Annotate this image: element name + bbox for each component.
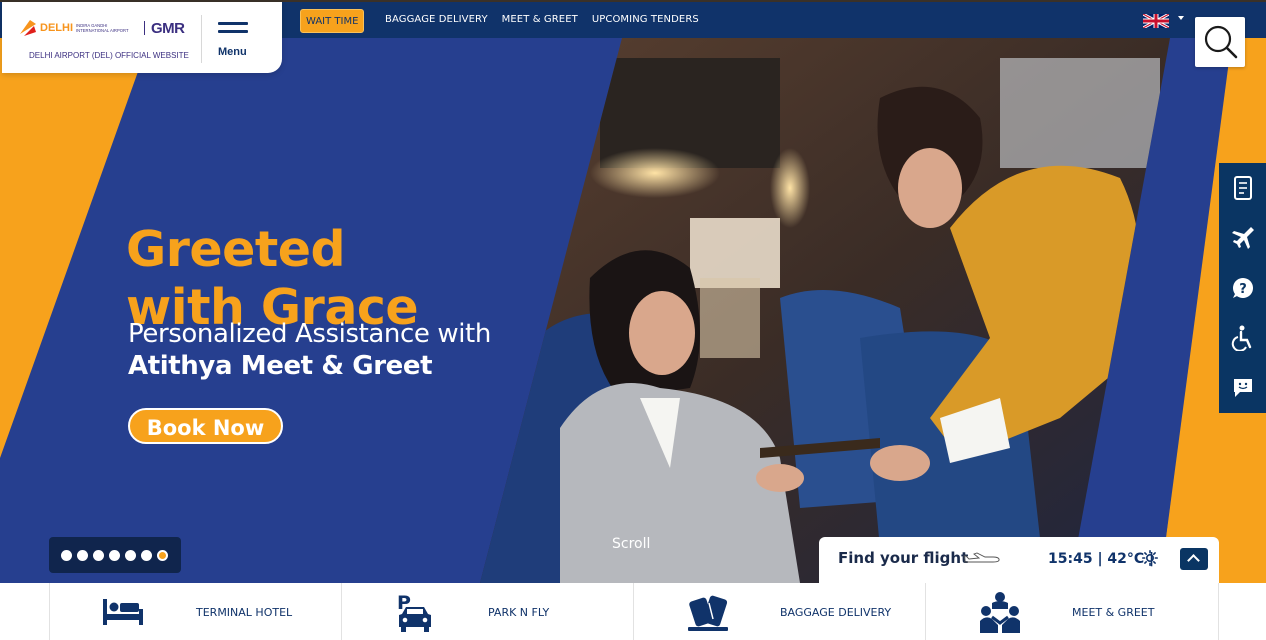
- nav-link-meet-greet[interactable]: MEET & GREET: [502, 14, 578, 25]
- menu-label[interactable]: Menu: [218, 46, 247, 58]
- people-meet-icon: [980, 592, 1020, 633]
- hero-headline-line1: Greeted: [126, 221, 346, 278]
- uk-flag-icon[interactable]: [1143, 14, 1169, 28]
- slide-dot[interactable]: [93, 549, 104, 561]
- nav-link-upcoming-tenders[interactable]: UPCOMING TENDERS: [592, 14, 699, 25]
- slide-dot[interactable]: [141, 549, 152, 561]
- service-label[interactable]: TERMINAL HOTEL: [196, 606, 292, 619]
- hero-subline-bold: Atithya Meet & Greet: [128, 351, 433, 381]
- service-label[interactable]: MEET & GREET: [1072, 606, 1154, 619]
- plane-outline-icon: [963, 552, 1000, 563]
- service-label[interactable]: BAGGAGE DELIVERY: [780, 606, 891, 619]
- hero-subline: Personalized Assistance with: [128, 319, 491, 349]
- rail-boarding-pass[interactable]: [1219, 163, 1266, 213]
- find-flight-widget[interactable]: Find your flight 15:45 | 42°C |: [819, 537, 1219, 583]
- slide-dot[interactable]: [77, 549, 88, 561]
- top-nav: BAGGAGE DELIVERY MEET & GREET UPCOMING T…: [385, 14, 699, 25]
- svg-text:?: ?: [1239, 282, 1247, 297]
- logo-subtitle: DELHI AIRPORT (DEL) OFFICIAL WEBSITE: [29, 51, 189, 60]
- site-logo[interactable]: DELHI INDIRA GANDHI INTERNATIONAL AIRPOR…: [18, 18, 185, 38]
- logo-divider: [144, 21, 145, 35]
- nav-link-baggage-delivery[interactable]: BAGGAGE DELIVERY: [385, 14, 488, 25]
- logo-city: DELHI: [40, 22, 73, 34]
- service-meet-greet[interactable]: MEET & GREET: [925, 583, 1219, 640]
- airplane-icon: [1231, 227, 1254, 249]
- services-bar: TERMINAL HOTEL P PARK N FLY BAGGAGE DELI…: [0, 583, 1266, 640]
- slide-dot[interactable]: [109, 549, 120, 561]
- hero-banner: Greeted with Grace Personalized Assistan…: [0, 38, 1266, 583]
- help-icon: ?: [1232, 278, 1253, 298]
- service-label[interactable]: PARK N FLY: [488, 606, 549, 619]
- time-weather-readout: 15:45 | 42°C |: [1048, 551, 1155, 567]
- slide-dot-active[interactable]: [157, 549, 168, 561]
- slide-dot[interactable]: [61, 549, 72, 561]
- chat-icon: [1233, 379, 1252, 397]
- accessibility-icon: [1231, 325, 1251, 351]
- menu-divider: [201, 15, 202, 63]
- search-icon: [1204, 25, 1238, 59]
- hamburger-icon-bar: [218, 30, 248, 33]
- chevron-up-icon[interactable]: [1180, 548, 1208, 570]
- bed-icon: [103, 599, 143, 625]
- wait-time-button[interactable]: WAIT TIME: [300, 9, 365, 33]
- logo-airport-name: INDIRA GANDHI INTERNATIONAL AIRPORT: [76, 23, 129, 33]
- service-park-n-fly[interactable]: P PARK N FLY: [341, 583, 633, 640]
- scroll-label[interactable]: Scroll: [612, 536, 650, 552]
- search-button[interactable]: [1195, 17, 1245, 67]
- service-terminal-hotel[interactable]: TERMINAL HOTEL: [49, 583, 341, 640]
- hamburger-icon-bar: [218, 22, 248, 25]
- find-flight-label[interactable]: Find your flight: [838, 549, 968, 567]
- airport-logo-icon: [20, 20, 36, 36]
- chevron-down-icon[interactable]: [1178, 16, 1184, 20]
- logo-card: DELHI INDIRA GANDHI INTERNATIONAL AIRPOR…: [2, 2, 282, 73]
- slide-dot[interactable]: [125, 549, 136, 561]
- quick-links-rail: ?: [1219, 163, 1266, 413]
- rail-chat[interactable]: [1219, 363, 1266, 413]
- slide-indicator: [49, 537, 181, 573]
- rail-accessibility[interactable]: [1219, 313, 1266, 363]
- page: Greeted with Grace Personalized Assistan…: [0, 0, 1266, 640]
- rail-flights[interactable]: [1219, 213, 1266, 263]
- service-baggage-delivery[interactable]: BAGGAGE DELIVERY: [633, 583, 925, 640]
- sun-icon: [1142, 550, 1158, 566]
- luggage-icon: [688, 595, 728, 631]
- boarding-pass-icon: [1233, 176, 1252, 200]
- parking-car-icon: P: [397, 592, 431, 632]
- logo-brand: GMR: [151, 19, 185, 37]
- book-now-button[interactable]: Book Now: [128, 408, 283, 444]
- rail-help[interactable]: ?: [1219, 263, 1266, 313]
